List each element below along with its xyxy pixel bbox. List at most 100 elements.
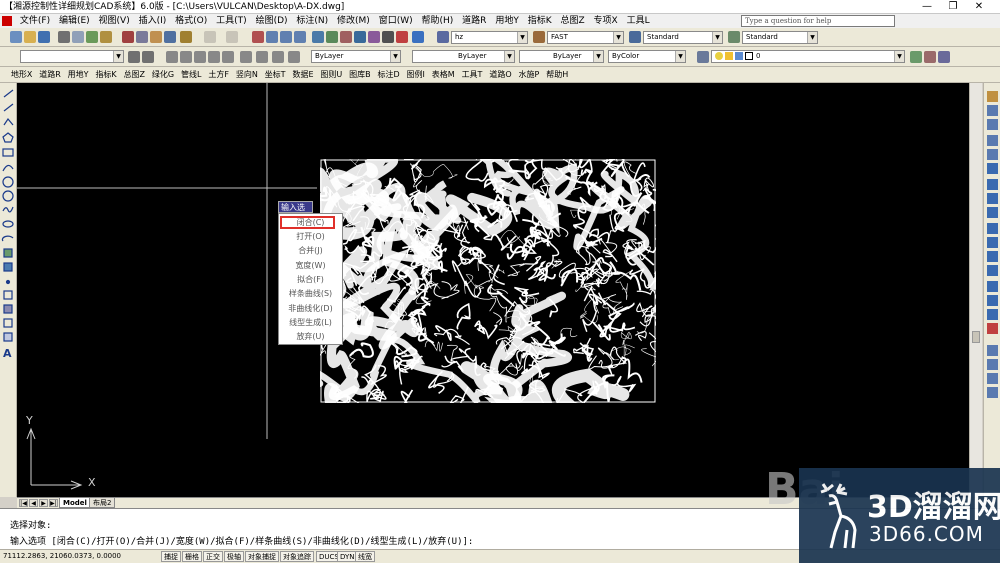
snap-settings-icon[interactable] [256, 51, 268, 63]
join-icon[interactable] [987, 281, 998, 292]
match-properties-icon[interactable] [164, 31, 176, 43]
option-fit[interactable]: 拟合(F) [279, 273, 342, 287]
maximize-button[interactable]: ❐ [940, 0, 966, 13]
menu-tools[interactable]: 工具(T) [213, 14, 250, 28]
ellipse-arc-icon[interactable] [1, 235, 14, 242]
xy-menu-data[interactable]: 数据E [290, 67, 315, 83]
xy-menu-drawing-rules[interactable]: 图则U [318, 67, 344, 83]
revcloud-icon[interactable] [2, 190, 14, 202]
make-current-icon[interactable] [142, 51, 154, 63]
ortho-toggle[interactable]: 正交 [203, 551, 223, 562]
line-tool-icon[interactable] [3, 89, 14, 98]
xy-menu-greening[interactable]: 绿化G [150, 67, 176, 83]
design-center-icon[interactable] [326, 31, 338, 43]
app-document-icon[interactable] [2, 16, 12, 26]
trim-icon[interactable] [987, 223, 998, 234]
array-icon[interactable] [987, 149, 998, 160]
erase-icon[interactable] [987, 91, 998, 102]
make-object-layer-current-icon[interactable] [910, 51, 922, 63]
option-open[interactable]: 打开(O) [279, 230, 342, 244]
snap-toggle[interactable]: 捕捉 [161, 551, 181, 562]
menu-window[interactable]: 窗口(W) [376, 14, 416, 28]
open-file-icon[interactable] [24, 31, 36, 43]
preview-icon[interactable] [72, 31, 84, 43]
menu-special[interactable]: 专项X [591, 14, 621, 28]
properties-icon[interactable] [312, 31, 324, 43]
polar-toggle[interactable]: 极轴 [224, 551, 244, 562]
menu-insert[interactable]: 插入(I) [136, 14, 170, 28]
xy-menu-tools[interactable]: 工具T [460, 67, 485, 83]
zoom-realtime-icon[interactable] [266, 31, 278, 43]
point-icon[interactable] [5, 279, 11, 285]
first-tab-button[interactable]: |◀ [19, 499, 28, 507]
publish-icon[interactable] [86, 31, 98, 43]
draw-order-front-icon[interactable] [987, 345, 998, 356]
layer-tool-icon[interactable] [396, 31, 408, 43]
perpendicular-icon[interactable] [194, 51, 206, 63]
option-spline[interactable]: 样条曲线(S) [279, 287, 342, 301]
drawing-canvas[interactable]: Y X [17, 83, 969, 497]
menu-format[interactable]: 格式(O) [172, 14, 210, 28]
help-icon[interactable] [412, 31, 424, 43]
region-icon[interactable] [3, 318, 13, 328]
sheet-set-icon[interactable] [354, 31, 366, 43]
xy-menu-landuse[interactable]: 用地Y [66, 67, 91, 83]
xy-menu-vertical[interactable]: 竖向N [234, 67, 260, 83]
dim-radius-icon[interactable] [288, 51, 300, 63]
layer-combo[interactable]: hz ▼ [451, 31, 528, 44]
move-icon[interactable] [987, 163, 998, 174]
zoom-window-icon[interactable] [280, 31, 292, 43]
xy-menu-water[interactable]: 水施P [517, 67, 542, 83]
next-tab-button[interactable]: ▶ [39, 499, 48, 507]
menu-edit[interactable]: 编辑(E) [56, 14, 93, 28]
layer-properties-icon[interactable] [697, 51, 709, 63]
arc-icon[interactable] [2, 164, 14, 172]
last-tab-button[interactable]: ▶| [49, 499, 58, 507]
menu-index[interactable]: 指标K [525, 14, 555, 28]
circle-snap-icon[interactable] [222, 51, 234, 63]
text-style-combo[interactable]: FAST ▼ [547, 31, 624, 44]
angle-icon[interactable] [208, 51, 220, 63]
text-style-icon[interactable] [533, 31, 545, 43]
copy-icon[interactable] [136, 31, 148, 43]
fillet-icon[interactable] [987, 309, 998, 320]
dim-angle-icon[interactable] [272, 51, 284, 63]
chamfer-icon[interactable] [987, 295, 998, 306]
dim-style-combo[interactable]: Standard ▼ [643, 31, 723, 44]
color-combo[interactable]: ByLayer ▼ [311, 50, 401, 63]
draw-order-back-icon[interactable] [987, 359, 998, 370]
menu-modify[interactable]: 修改(M) [334, 14, 373, 28]
layer-manager-icon[interactable] [437, 31, 449, 43]
copy-object-icon[interactable] [987, 105, 998, 116]
layer-previous-icon[interactable] [128, 51, 140, 63]
polygon-icon[interactable] [2, 132, 14, 143]
menu-file[interactable]: 文件(F) [17, 14, 53, 28]
help-search-input[interactable]: Type a question for help [741, 15, 895, 27]
minimize-button[interactable]: — [914, 0, 940, 13]
ellipse-icon[interactable] [240, 51, 252, 63]
layer-state-combo[interactable]: 0 ▼ [711, 50, 905, 63]
save-icon[interactable] [38, 31, 50, 43]
polyline-icon[interactable] [3, 117, 14, 126]
break-icon[interactable] [987, 265, 998, 276]
plot-icon[interactable] [100, 31, 112, 43]
menu-view[interactable]: 视图(V) [96, 14, 133, 28]
table-icon[interactable] [3, 332, 13, 342]
xy-menu-annotation[interactable]: 标注D [376, 67, 402, 83]
mtext-icon[interactable]: A [3, 347, 12, 360]
layer-states-icon[interactable] [938, 51, 950, 63]
insert-block-icon[interactable] [3, 248, 13, 258]
explode-icon[interactable] [987, 323, 998, 334]
make-block-icon[interactable] [3, 262, 13, 272]
xline-icon[interactable] [180, 51, 192, 63]
xy-menu-help[interactable]: 帮助H [544, 67, 570, 83]
xy-menu-index[interactable]: 指标K [93, 67, 118, 83]
dim-style-icon[interactable] [629, 31, 641, 43]
lineweight-combo[interactable]: ByLayer ▼ [519, 50, 604, 63]
tab-layout2[interactable]: 布局2 [89, 498, 116, 508]
tool-palettes-icon[interactable] [340, 31, 352, 43]
option-ltype-gen[interactable]: 线型生成(L) [279, 316, 342, 330]
table-style-combo[interactable]: Standard ▼ [742, 31, 818, 44]
markup-icon[interactable] [368, 31, 380, 43]
xy-menu-siteplan[interactable]: 总图Z [122, 67, 147, 83]
